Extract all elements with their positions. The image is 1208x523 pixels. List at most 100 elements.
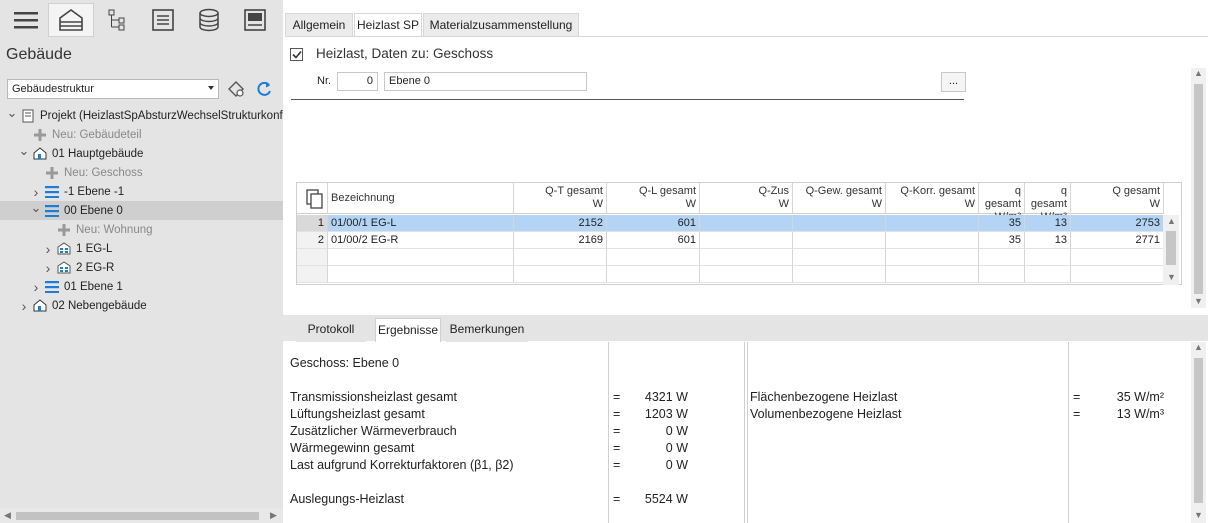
hierarchy-icon[interactable] <box>94 3 140 37</box>
tree-item[interactable]: › 1 EG-L <box>0 239 283 258</box>
scroll-thumb[interactable] <box>1166 231 1176 265</box>
refresh-icon[interactable] <box>254 79 274 99</box>
table-cell[interactable]: 2753 <box>1071 215 1164 232</box>
tab-protokoll[interactable]: Protokoll <box>296 318 366 342</box>
results-scrollbar[interactable]: ▲ ▼ <box>1191 342 1206 523</box>
table-cell[interactable] <box>793 232 886 249</box>
table-cell[interactable] <box>1071 249 1164 266</box>
scroll-thumb[interactable] <box>16 512 259 520</box>
chevron-down-icon[interactable]: ⌄ <box>6 106 18 121</box>
table-cell[interactable]: 01/00/1 EG-L <box>328 215 514 232</box>
column-header[interactable]: Q-Zus W <box>700 183 793 214</box>
scroll-up-icon[interactable]: ▲ <box>1194 342 1203 352</box>
monitor-icon[interactable] <box>232 3 278 37</box>
table-cell[interactable]: 13 <box>1025 232 1071 249</box>
tree-item[interactable]: ⌄ 01 Hauptgebäude <box>0 144 283 163</box>
list-icon[interactable] <box>140 3 186 37</box>
tree-item[interactable]: › 02 Nebengebäude <box>0 296 283 315</box>
column-header[interactable]: q gesamtW/m² <box>979 183 1025 223</box>
browse-button[interactable]: ... <box>941 72 966 92</box>
table-cell[interactable]: 601 <box>607 232 700 249</box>
table-cell[interactable] <box>979 266 1025 283</box>
table-cell[interactable]: 601 <box>607 215 700 232</box>
table-cell[interactable] <box>793 249 886 266</box>
column-header[interactable]: Q-L gesamt W <box>607 183 700 214</box>
table-cell[interactable] <box>793 215 886 232</box>
table-cell[interactable]: 2152 <box>514 215 607 232</box>
database-icon[interactable] <box>186 3 232 37</box>
tree-item[interactable]: Neu: Wohnung <box>0 220 283 239</box>
column-header[interactable]: Q gesamt W <box>1071 183 1164 214</box>
settings-tag-icon[interactable] <box>226 79 246 99</box>
scroll-down-icon[interactable]: ▼ <box>1194 296 1203 306</box>
table-cell[interactable] <box>1025 266 1071 283</box>
tab-ergebnisse[interactable]: Ergebnisse <box>375 318 441 342</box>
table-cell[interactable] <box>793 266 886 283</box>
chevron-down-icon[interactable]: ⌄ <box>30 201 42 216</box>
scroll-left-icon[interactable]: ◀ <box>4 510 11 521</box>
nr-field[interactable]: 0 <box>337 72 378 91</box>
table-cell[interactable] <box>700 215 793 232</box>
table-scrollbar[interactable]: ▲ ▼ <box>1163 215 1179 285</box>
chevron-right-icon[interactable]: › <box>42 260 54 276</box>
table-cell[interactable] <box>328 249 514 266</box>
column-header[interactable]: Q-T gesamt W <box>514 183 607 214</box>
table-cell[interactable] <box>979 249 1025 266</box>
table-cell[interactable] <box>886 266 979 283</box>
table-cell[interactable]: 13 <box>1025 215 1071 232</box>
tree-item[interactable]: › -1 Ebene -1 <box>0 182 283 201</box>
building-icon[interactable] <box>48 3 94 37</box>
table-cell[interactable] <box>328 266 514 283</box>
heizlast-checkbox[interactable] <box>290 48 303 61</box>
scroll-up-icon[interactable]: ▲ <box>1194 68 1203 78</box>
tree-item[interactable]: › 01 Ebene 1 <box>0 277 283 296</box>
scroll-thumb[interactable] <box>1194 84 1203 294</box>
table-cell[interactable] <box>514 266 607 283</box>
column-header[interactable]: Q-Gew. gesamt W <box>793 183 886 214</box>
chevron-right-icon[interactable]: › <box>30 184 42 200</box>
tab-allgemein[interactable]: Allgemein <box>285 13 353 37</box>
table-cell[interactable] <box>700 266 793 283</box>
table-cell[interactable]: 35 <box>979 232 1025 249</box>
tab-heizlast-sp[interactable]: Heizlast SP <box>354 13 422 37</box>
chevron-down-icon[interactable]: ⌄ <box>18 144 30 159</box>
table-cell[interactable] <box>1025 249 1071 266</box>
tab-materialzusammenstellung[interactable]: Materialzusammenstellung <box>423 13 579 37</box>
table-cell[interactable] <box>607 249 700 266</box>
tree-item[interactable]: ⌄ 00 Ebene 0 <box>0 201 283 220</box>
table-cell[interactable]: 01/00/2 EG-R <box>328 232 514 249</box>
copy-icon[interactable] <box>297 183 328 214</box>
table-cell[interactable] <box>700 249 793 266</box>
column-header[interactable]: Q-Korr. gesamt W <box>886 183 979 214</box>
table-cell[interactable] <box>1071 266 1164 283</box>
structure-select[interactable]: Gebäudestruktur <box>7 79 219 99</box>
vertical-scrollbar[interactable]: ▲ ▼ <box>1191 68 1206 308</box>
table-cell[interactable] <box>607 266 700 283</box>
column-header[interactable]: q gesamtW/m³ <box>1025 183 1071 223</box>
scroll-down-icon[interactable]: ▼ <box>1167 272 1176 282</box>
chevron-right-icon[interactable]: › <box>42 241 54 257</box>
menu-icon[interactable] <box>3 3 49 37</box>
table-cell[interactable] <box>514 249 607 266</box>
column-header[interactable]: Bezeichnung <box>328 183 514 214</box>
table-cell[interactable]: 2169 <box>514 232 607 249</box>
table-cell[interactable] <box>886 215 979 232</box>
tree-item[interactable]: Neu: Gebäudeteil <box>0 125 283 144</box>
table-cell[interactable]: 2771 <box>1071 232 1164 249</box>
scroll-down-icon[interactable]: ▼ <box>1194 510 1203 520</box>
horizontal-scrollbar[interactable]: ◀ ▶ <box>0 508 283 523</box>
table-cell[interactable] <box>700 232 793 249</box>
table-cell[interactable] <box>886 232 979 249</box>
scroll-up-icon[interactable]: ▲ <box>1167 216 1176 226</box>
table-cell[interactable]: 35 <box>979 215 1025 232</box>
tree-item[interactable]: › 2 EG-R <box>0 258 283 277</box>
scroll-right-icon[interactable]: ▶ <box>270 510 277 521</box>
name-field[interactable]: Ebene 0 <box>384 72 587 91</box>
chevron-right-icon[interactable]: › <box>18 298 30 314</box>
chevron-right-icon[interactable]: › <box>30 279 42 295</box>
tree-item[interactable]: ⌄ Projekt (HeizlastSpAbsturzWechselStrukt… <box>0 106 283 125</box>
tree-item[interactable]: Neu: Geschoss <box>0 163 283 182</box>
scroll-thumb[interactable] <box>1194 358 1203 503</box>
tab-bemerkungen[interactable]: Bemerkungen <box>446 318 528 342</box>
table-cell[interactable] <box>886 249 979 266</box>
